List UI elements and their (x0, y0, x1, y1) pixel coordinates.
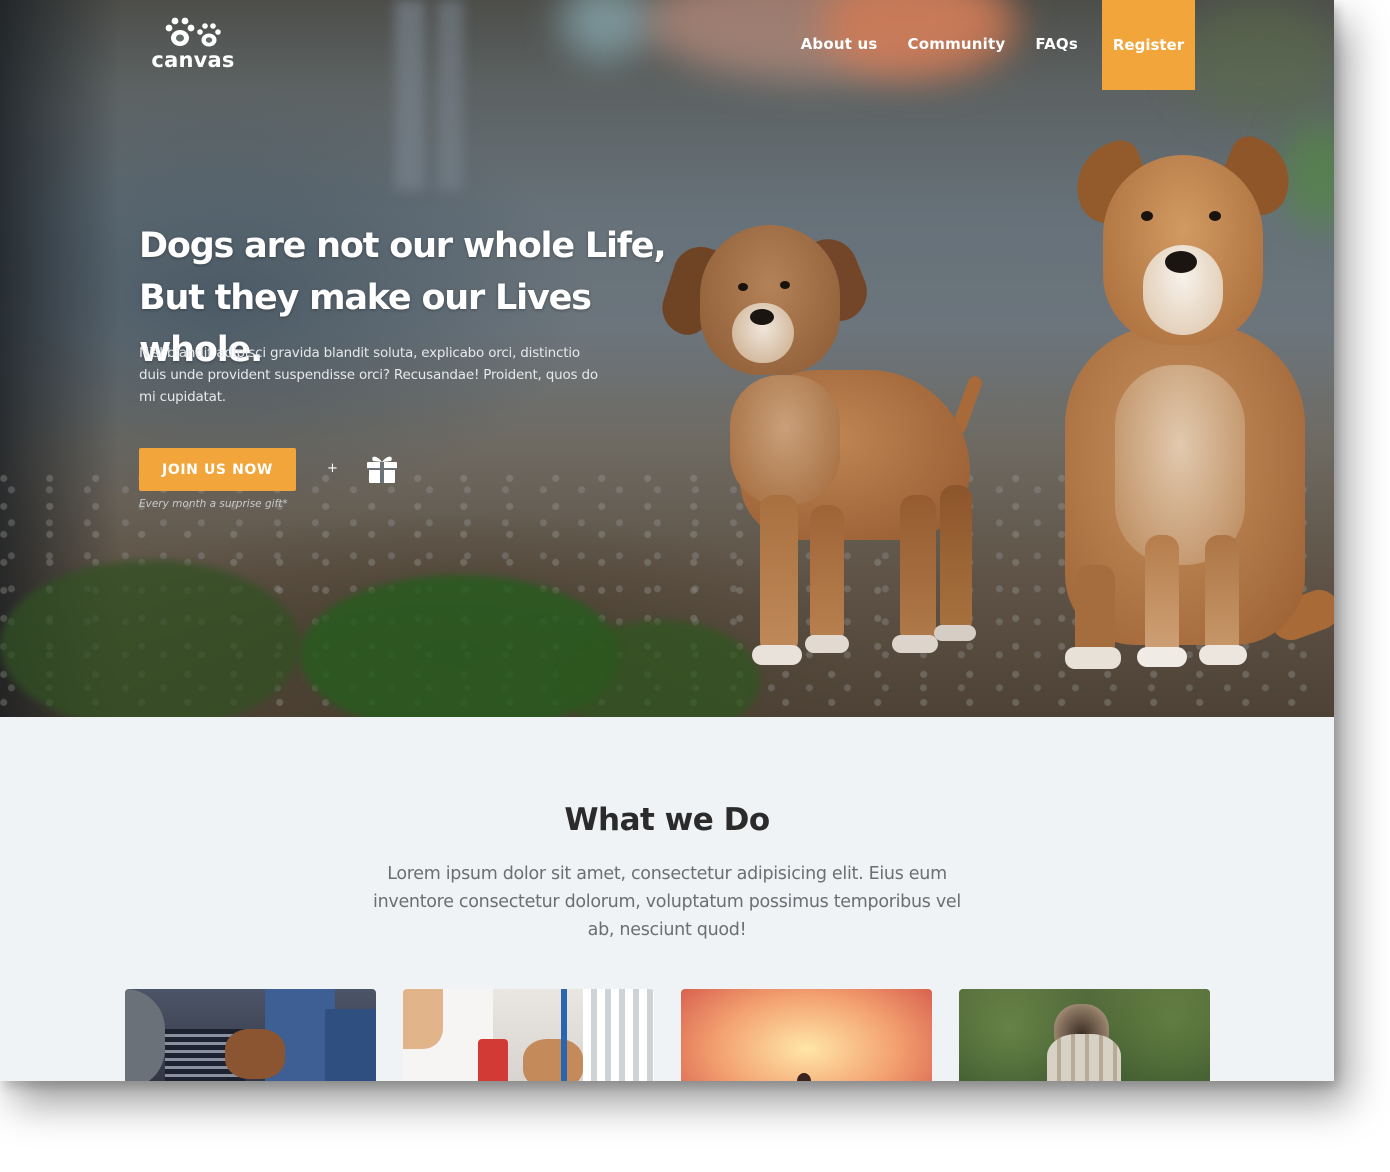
service-card-image-1[interactable] (125, 989, 376, 1081)
service-card-image-3[interactable] (681, 989, 932, 1081)
nav-faqs[interactable]: FAQs (1035, 35, 1078, 53)
hero-description: Nisl blandit adipisci gravida blandit so… (139, 345, 598, 405)
background-post (437, 0, 463, 190)
gift-icon (367, 456, 397, 483)
plus-sign: + (327, 461, 338, 476)
puppy-standing (655, 225, 1000, 695)
what-we-do-title: What we Do (564, 802, 770, 838)
gift-note: Every month a surprise gift* (139, 498, 288, 510)
puppy-sitting (1045, 130, 1334, 690)
page: canvas About us Community FAQs Register … (0, 0, 1334, 1081)
nav-community[interactable]: Community (908, 35, 1006, 53)
main-nav: About us Community FAQs Register (771, 0, 1195, 90)
hero-title-line-1: Dogs are not our whole Life, (139, 226, 667, 266)
service-card-image-2[interactable] (403, 989, 654, 1081)
grass (0, 560, 300, 717)
background-post (395, 0, 425, 190)
what-we-do-description: Lorem ipsum dolor sit amet, consectetur … (373, 864, 961, 940)
nav-about-us[interactable]: About us (801, 35, 878, 53)
brand-name: canvas (151, 48, 235, 72)
paw-prints-icon (165, 17, 221, 47)
register-button[interactable]: Register (1102, 0, 1195, 90)
background-bokeh (1180, 0, 1334, 120)
background-bokeh (560, 0, 650, 60)
brand-logo[interactable]: canvas (150, 16, 236, 74)
join-us-now-button[interactable]: JOIN US NOW (139, 448, 296, 491)
hero-section: canvas About us Community FAQs Register … (0, 0, 1334, 717)
service-card-image-4[interactable] (959, 989, 1210, 1081)
